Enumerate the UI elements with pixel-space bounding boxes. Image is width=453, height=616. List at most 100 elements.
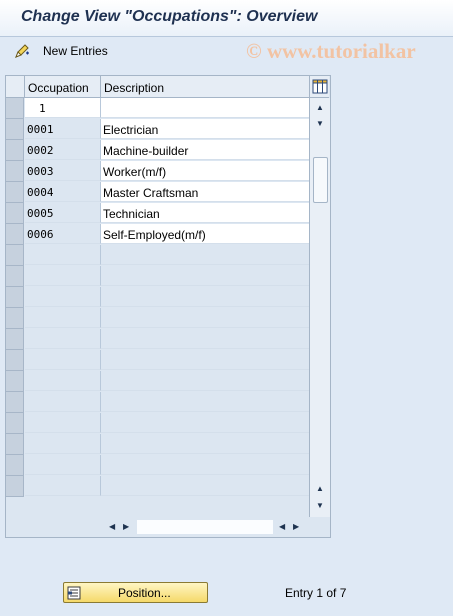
- scroll-left-end-icon[interactable]: ◀: [279, 522, 289, 532]
- occupation-cell: [25, 413, 101, 433]
- description-cell: [101, 413, 309, 433]
- occupation-cell: 0001: [25, 119, 101, 139]
- row-selector[interactable]: [6, 308, 24, 329]
- description-cell[interactable]: Electrician: [101, 119, 309, 139]
- description-cell[interactable]: Self-Employed(m/f): [101, 224, 309, 244]
- description-cell: [101, 434, 309, 454]
- new-entries-label: New Entries: [43, 44, 108, 58]
- empty-table-row: [6, 392, 309, 413]
- occupation-cell: 0006: [25, 224, 101, 244]
- table-row[interactable]: 0003 Worker(m/f): [6, 161, 309, 182]
- row-selector[interactable]: [6, 287, 24, 308]
- table-settings-button[interactable]: [309, 76, 329, 98]
- scroll-right-end-icon[interactable]: ▶: [293, 522, 303, 532]
- position-field[interactable]: 1: [25, 98, 101, 118]
- occupation-cell: [25, 434, 101, 454]
- row-selector[interactable]: [6, 476, 24, 497]
- occupations-table: Occupation Description 1 0001 Electricia…: [5, 75, 331, 538]
- entry-counter: Entry 1 of 7: [285, 586, 347, 600]
- table-row[interactable]: 0004 Master Craftsman: [6, 182, 309, 203]
- select-all-header[interactable]: [6, 76, 25, 98]
- occupation-cell: [25, 455, 101, 475]
- occupation-cell: [25, 350, 101, 370]
- occupation-cell: [25, 308, 101, 328]
- column-header-occupation[interactable]: Occupation: [25, 76, 101, 98]
- position-icon: [67, 586, 81, 600]
- table-row[interactable]: 0005 Technician: [6, 203, 309, 224]
- description-cell: [101, 476, 309, 496]
- occupation-cell: [25, 287, 101, 307]
- description-cell[interactable]: Machine-builder: [101, 140, 309, 160]
- table-cell-description[interactable]: [101, 98, 309, 118]
- vertical-scrollbar[interactable]: ▲ ▼ ▲ ▼: [309, 98, 330, 517]
- scroll-left-icon[interactable]: ◀: [109, 522, 119, 532]
- row-selector[interactable]: [6, 371, 24, 392]
- scroll-page-up-icon[interactable]: ▲: [314, 102, 326, 114]
- position-row: 1: [6, 98, 309, 119]
- row-selector[interactable]: [6, 266, 24, 287]
- row-selector[interactable]: [6, 203, 24, 224]
- empty-table-row: [6, 266, 309, 287]
- description-cell: [101, 308, 309, 328]
- column-header-description[interactable]: Description: [101, 76, 309, 98]
- empty-table-row: [6, 371, 309, 392]
- table-row[interactable]: 0001 Electrician: [6, 119, 309, 140]
- row-selector[interactable]: [6, 350, 24, 371]
- occupation-cell: 0003: [25, 161, 101, 181]
- description-cell: [101, 329, 309, 349]
- row-selector[interactable]: [6, 413, 24, 434]
- empty-table-row: [6, 476, 309, 497]
- occupation-cell: [25, 371, 101, 391]
- description-cell[interactable]: Master Craftsman: [101, 182, 309, 202]
- new-entries-button[interactable]: New Entries: [14, 43, 108, 59]
- horizontal-scrollbar[interactable]: ◀ ▶ ◀ ▶: [101, 518, 309, 536]
- row-selector[interactable]: [6, 182, 24, 203]
- description-cell[interactable]: Technician: [101, 203, 309, 223]
- row-selector[interactable]: [6, 119, 24, 140]
- title-bar: Change View "Occupations": Overview: [0, 0, 453, 37]
- scroll-down-icon[interactable]: ▲: [314, 483, 326, 495]
- row-selector[interactable]: [6, 224, 24, 245]
- occupation-cell: [25, 266, 101, 286]
- occupation-cell: [25, 245, 101, 265]
- empty-table-row: [6, 287, 309, 308]
- row-selector[interactable]: [6, 140, 24, 161]
- page-title: Change View "Occupations": Overview: [21, 8, 318, 25]
- application-toolbar: New Entries © www.tutorialkar: [0, 37, 453, 65]
- description-cell: [101, 266, 309, 286]
- table-row[interactable]: 0002 Machine-builder: [6, 140, 309, 161]
- occupation-cell: [25, 392, 101, 412]
- scroll-thumb[interactable]: [313, 157, 328, 203]
- row-selector[interactable]: [6, 392, 24, 413]
- empty-table-row: [6, 434, 309, 455]
- horizontal-scroll-track[interactable]: [137, 520, 273, 534]
- row-selector[interactable]: [6, 329, 24, 350]
- position-button-label: Position...: [118, 586, 171, 600]
- scroll-page-down-icon[interactable]: ▼: [314, 500, 326, 512]
- pencil-icon: [15, 44, 29, 58]
- description-cell: [101, 371, 309, 391]
- occupation-cell: 0004: [25, 182, 101, 202]
- scroll-right-icon[interactable]: ▶: [123, 522, 133, 532]
- empty-table-row: [6, 350, 309, 371]
- table-settings-icon: [312, 79, 328, 94]
- row-selector[interactable]: [6, 455, 24, 476]
- row-selector[interactable]: [6, 161, 24, 182]
- empty-table-row: [6, 413, 309, 434]
- empty-table-row: [6, 329, 309, 350]
- description-cell: [101, 350, 309, 370]
- occupation-cell: 0005: [25, 203, 101, 223]
- row-selector[interactable]: [6, 98, 24, 119]
- table-body: 1 0001 Electrician 0002 Machine-builder …: [6, 98, 309, 497]
- occupation-cell: [25, 329, 101, 349]
- scroll-up-icon[interactable]: ▼: [314, 118, 326, 130]
- row-selector[interactable]: [6, 434, 24, 455]
- row-selector[interactable]: [6, 245, 24, 266]
- description-cell: [101, 287, 309, 307]
- occupation-cell: 0002: [25, 140, 101, 160]
- empty-table-row: [6, 308, 309, 329]
- watermark: © www.tutorialkar: [246, 39, 416, 63]
- table-row[interactable]: 0006 Self-Employed(m/f): [6, 224, 309, 245]
- position-button[interactable]: Position...: [63, 582, 208, 603]
- description-cell[interactable]: Worker(m/f): [101, 161, 309, 181]
